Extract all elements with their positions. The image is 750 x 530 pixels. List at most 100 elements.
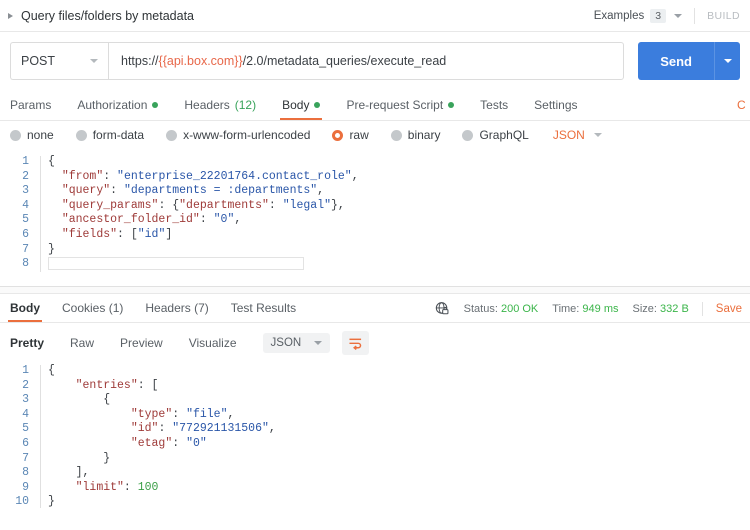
body-type-graphql-radio (462, 130, 473, 141)
send-options-button[interactable] (714, 42, 740, 80)
url-scheme: https:// (121, 54, 159, 68)
body-type-raw[interactable]: raw (332, 128, 368, 142)
response-tab-headers[interactable]: Headers (7) (145, 301, 208, 322)
status-value: 200 OK (501, 303, 538, 315)
response-meta-divider (702, 302, 703, 316)
send-button-group: Send (638, 42, 740, 80)
response-view-toolbar: Pretty Raw Preview Visualize JSON (0, 323, 750, 362)
code-line: "query_params": {"departments": "legal"}… (48, 199, 750, 214)
response-view-preview[interactable]: Preview (120, 336, 163, 350)
url-input[interactable]: https://{{api.box.com}}/2.0/metadata_que… (108, 42, 624, 80)
line-number: 8 (0, 466, 29, 481)
response-format-selector[interactable]: JSON (263, 333, 331, 353)
code-line: ], (48, 466, 750, 481)
time-value: 949 ms (582, 303, 618, 315)
save-response-button[interactable]: Save (716, 303, 742, 315)
line-number: 4 (0, 199, 29, 214)
response-meta: Status: 200 OK Time: 949 ms Size: 332 B … (431, 301, 742, 322)
body-type-form-data[interactable]: form-data (76, 128, 144, 142)
tab-body[interactable]: Body (282, 98, 320, 120)
title-bar-right-controls: Examples 3 BUILD (594, 8, 740, 24)
request-code-column[interactable]: { "from": "enterprise_22201764.contact_r… (38, 155, 750, 274)
body-status-dot-icon (314, 102, 320, 108)
request-gutter: 1 2 3 4 5 6 7 8 (0, 155, 38, 274)
body-type-none-label: none (27, 128, 54, 142)
code-line: "from": "enterprise_22201764.contact_rol… (48, 170, 750, 185)
response-tab-cookies[interactable]: Cookies (1) (62, 301, 123, 322)
http-method-selector[interactable]: POST (10, 42, 108, 80)
tab-body-label: Body (282, 98, 309, 112)
request-title-bar: Query files/folders by metadata Examples… (0, 0, 750, 32)
body-type-form-data-label: form-data (93, 128, 144, 142)
line-number: 6 (0, 437, 29, 452)
title-bar-divider (694, 8, 695, 24)
time-label-text: Time: (552, 303, 579, 315)
body-type-form-data-radio (76, 130, 87, 141)
response-code-column[interactable]: { "entries": [ { "type": "file", "id": "… (38, 364, 750, 510)
body-format-chevron-down-icon[interactable] (594, 133, 602, 137)
code-line: "query": "departments = :departments", (48, 184, 750, 199)
tab-authorization[interactable]: Authorization (77, 98, 158, 120)
response-view-raw[interactable]: Raw (70, 336, 94, 350)
url-row: POST https://{{api.box.com}}/2.0/metadat… (0, 32, 750, 89)
response-tabs-bar: Body Cookies (1) Headers (7) Test Result… (0, 294, 750, 322)
tab-params[interactable]: Params (10, 98, 51, 120)
request-editor-inner: 1 2 3 4 5 6 7 8 { "from": "enterprise_22… (0, 155, 750, 274)
cookies-link[interactable]: Cookies (737, 98, 746, 112)
examples-label[interactable]: Examples (594, 10, 645, 22)
build-label[interactable]: BUILD (707, 10, 740, 22)
line-number: 8 (0, 257, 29, 272)
examples-count-badge: 3 (650, 9, 666, 23)
code-line: "entries": [ (48, 379, 750, 394)
tab-authorization-label: Authorization (77, 98, 147, 112)
response-format-chevron-down-icon (314, 341, 322, 345)
send-chevron-down-icon (724, 59, 732, 63)
http-method-value: POST (21, 54, 55, 68)
response-view-visualize[interactable]: Visualize (189, 336, 237, 350)
tab-pre-request-script-label: Pre-request Script (346, 98, 443, 112)
line-number: 3 (0, 184, 29, 199)
body-type-urlencoded[interactable]: x-www-form-urlencoded (166, 128, 310, 142)
body-type-none[interactable]: none (10, 128, 54, 142)
status-label: Status: 200 OK (464, 303, 539, 315)
code-line: "limit": 100 (48, 481, 750, 496)
body-format-selector[interactable]: JSON (553, 128, 585, 142)
examples-chevron-down-icon[interactable] (674, 14, 682, 18)
pane-splitter-grip[interactable] (0, 287, 750, 294)
line-number: 7 (0, 452, 29, 467)
body-type-binary[interactable]: binary (391, 128, 441, 142)
line-number: 1 (0, 364, 29, 379)
globe-lock-icon[interactable] (435, 301, 450, 316)
line-number: 9 (0, 481, 29, 496)
code-line: { (48, 364, 750, 379)
tab-settings[interactable]: Settings (534, 98, 577, 120)
response-tab-cookies-label: Cookies (62, 301, 105, 315)
line-number: 4 (0, 408, 29, 423)
tab-headers[interactable]: Headers (12) (184, 98, 256, 120)
editor-caret-box (48, 257, 304, 270)
response-tab-test-results[interactable]: Test Results (231, 301, 296, 322)
response-tab-body[interactable]: Body (10, 301, 40, 322)
response-tab-cookies-count: (1) (109, 301, 124, 315)
line-number: 10 (0, 495, 29, 510)
response-body-editor[interactable]: 1 2 3 4 5 6 7 8 9 10 { "entries": [ { "t… (0, 362, 750, 510)
tab-params-label: Params (10, 98, 51, 112)
tab-tests[interactable]: Tests (480, 98, 508, 120)
response-tab-headers-label: Headers (145, 301, 190, 315)
body-type-urlencoded-radio (166, 130, 177, 141)
code-line: "id": "772921131506", (48, 422, 750, 437)
line-number: 6 (0, 228, 29, 243)
send-button[interactable]: Send (638, 42, 714, 80)
body-type-binary-radio (391, 130, 402, 141)
tab-pre-request-script[interactable]: Pre-request Script (346, 98, 454, 120)
tab-settings-label: Settings (534, 98, 577, 112)
body-type-graphql[interactable]: GraphQL (462, 128, 528, 142)
request-body-editor[interactable]: 1 2 3 4 5 6 7 8 { "from": "enterprise_22… (0, 150, 750, 280)
response-view-pretty[interactable]: Pretty (10, 336, 44, 350)
collapse-triangle-icon[interactable] (8, 13, 13, 19)
code-line: "fields": ["id"] (48, 228, 750, 243)
tab-headers-label: Headers (184, 98, 229, 112)
wrap-lines-button[interactable] (342, 331, 369, 355)
pre-request-script-status-dot-icon (448, 102, 454, 108)
code-line: } (48, 243, 750, 258)
